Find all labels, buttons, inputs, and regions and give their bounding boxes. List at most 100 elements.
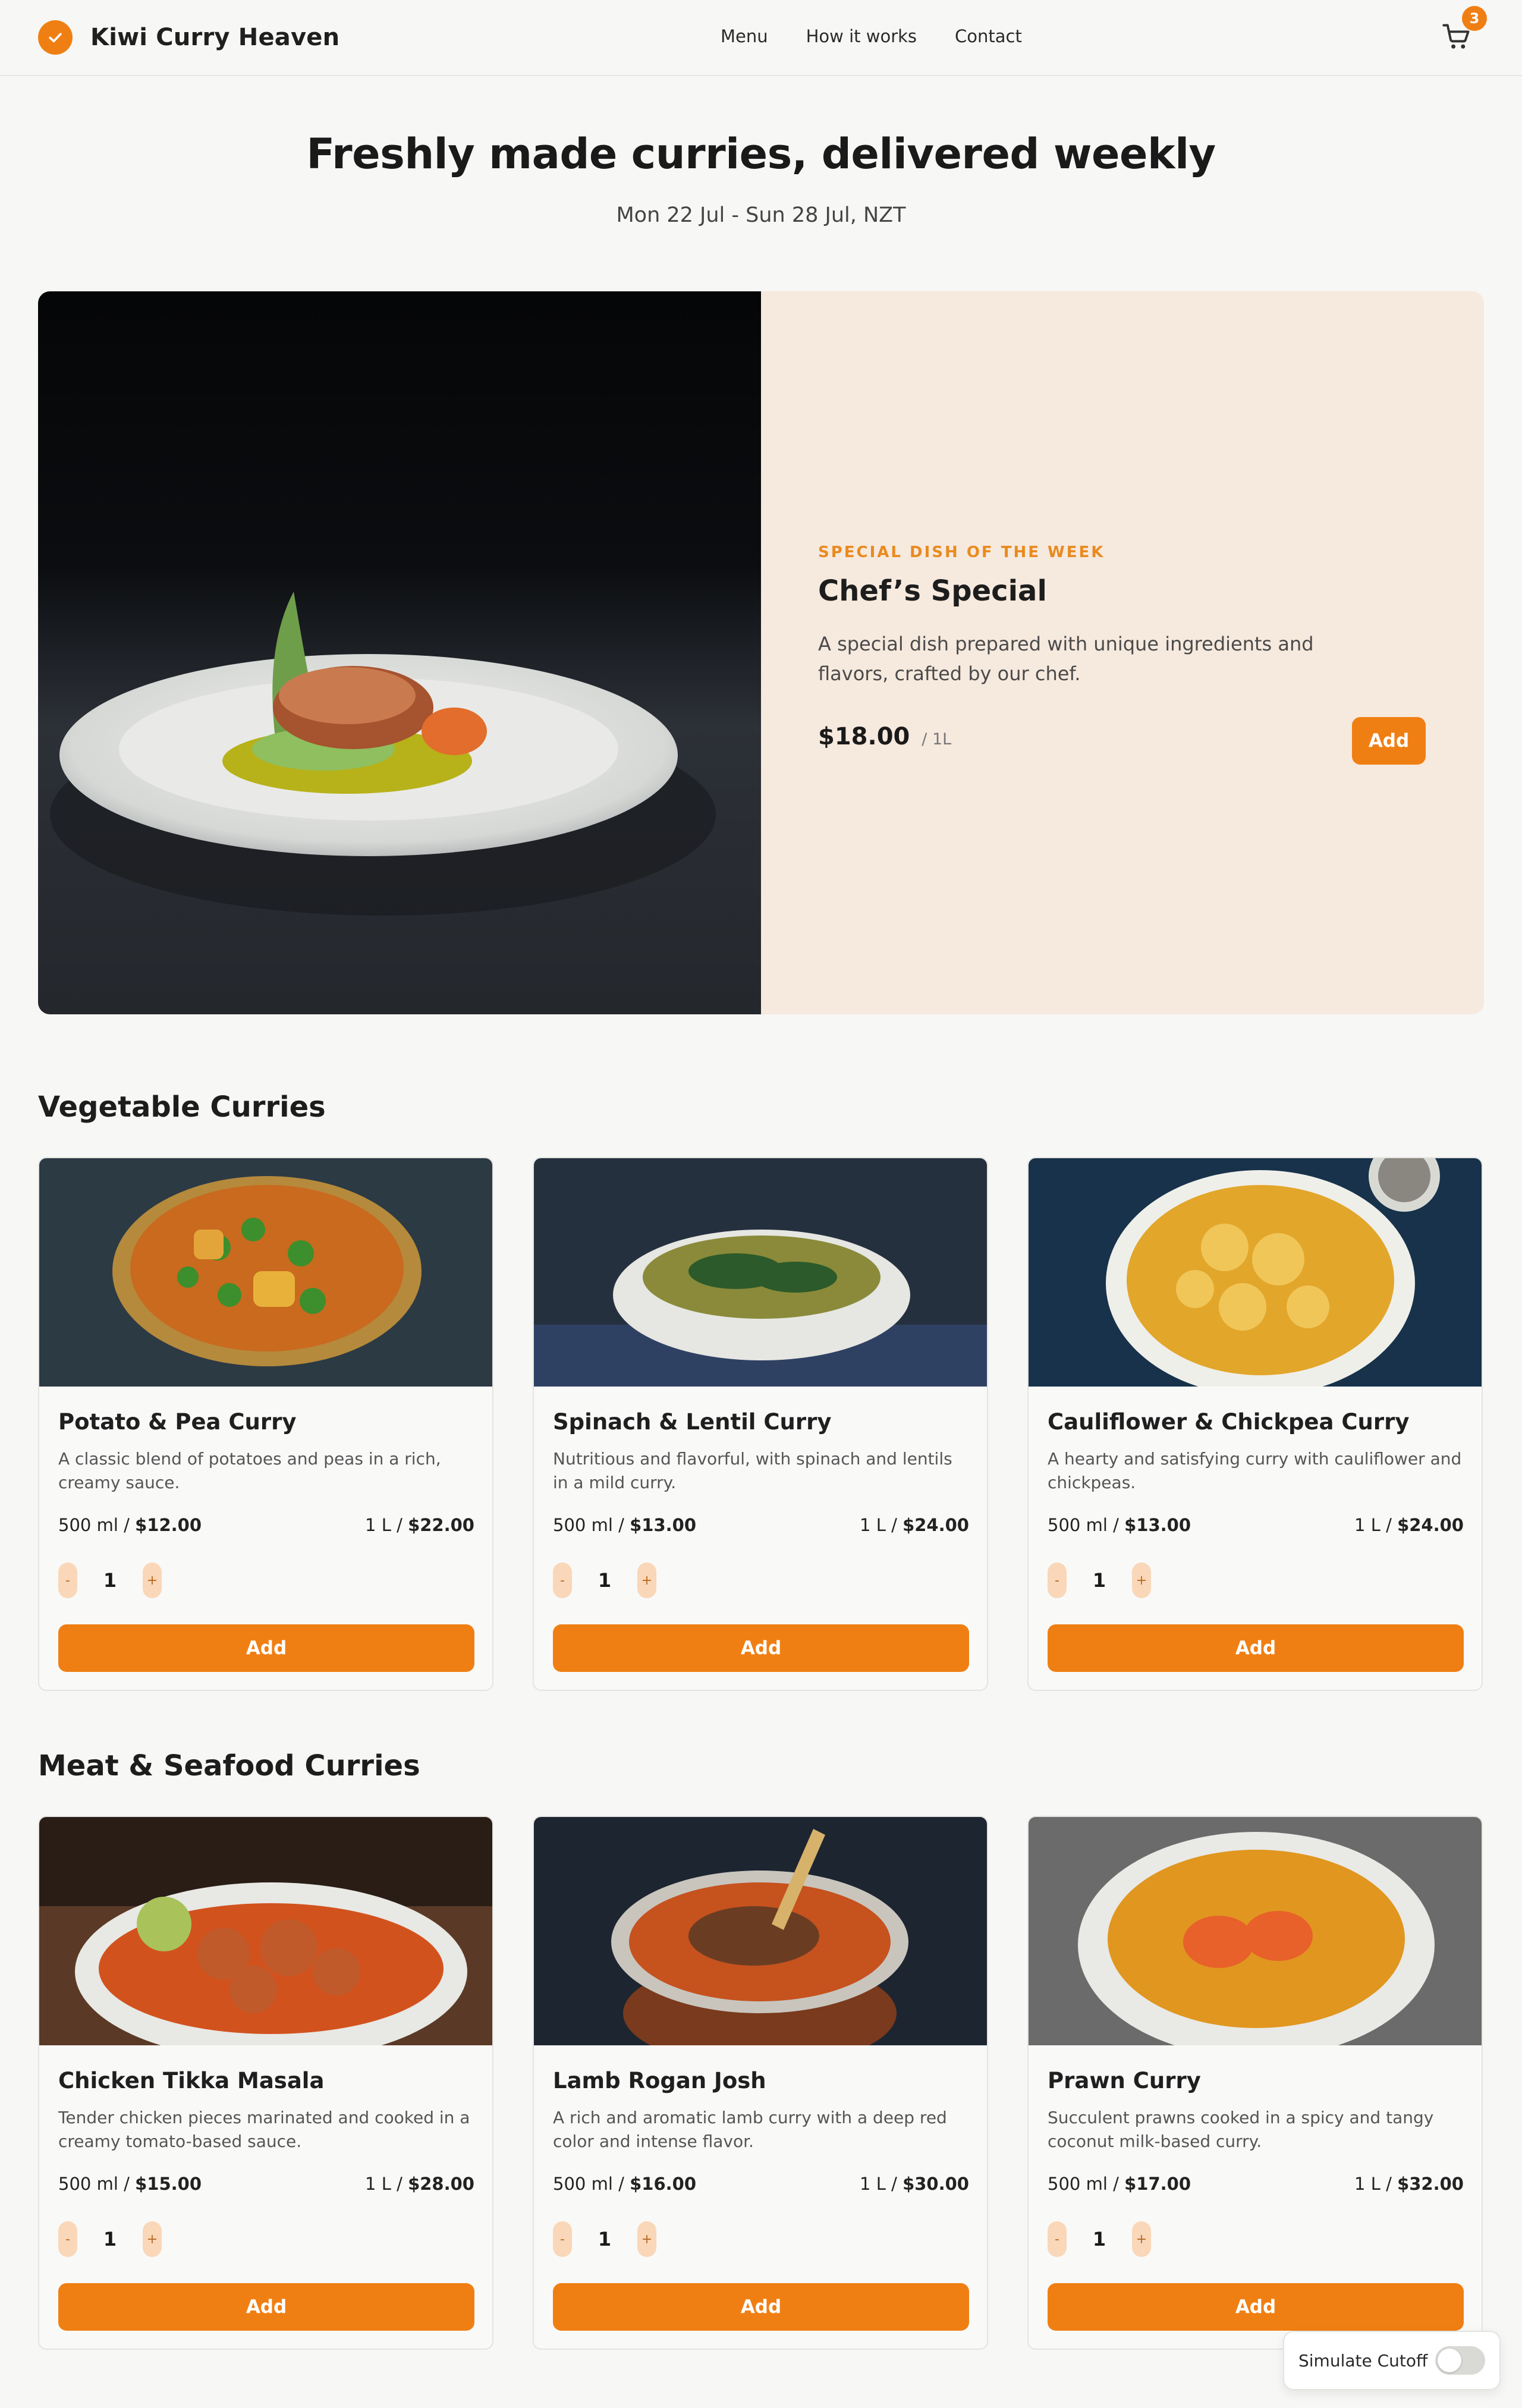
dish-image bbox=[1029, 1158, 1482, 1387]
dish-image bbox=[39, 1817, 492, 2045]
price-500ml: 500 ml / $13.00 bbox=[553, 1515, 697, 1535]
dish-description: Succulent prawns cooked in a spicy and t… bbox=[1048, 2108, 1434, 2151]
quantity-decrease-button[interactable]: - bbox=[1048, 2221, 1067, 2257]
special-price: $18.00 bbox=[818, 723, 910, 750]
special-price-block: $18.00 / 1L bbox=[818, 723, 951, 750]
dish-image bbox=[39, 1158, 492, 1387]
dish-image bbox=[534, 1158, 987, 1387]
dish-image bbox=[1029, 1817, 1482, 2045]
menu-card-potato-pea: Potato & Pea Curry A classic blend of po… bbox=[38, 1157, 493, 1691]
menu-card-prawn-curry: Prawn Curry Succulent prawns cooked in a… bbox=[1027, 1816, 1483, 2350]
quantity-stepper: - 1 + bbox=[553, 2221, 656, 2257]
quantity-increase-button[interactable]: + bbox=[1132, 1563, 1151, 1598]
price-1l: 1 L / $24.00 bbox=[1354, 1515, 1464, 1535]
quantity-increase-button[interactable]: + bbox=[143, 1563, 162, 1598]
quantity-increase-button[interactable]: + bbox=[637, 2221, 656, 2257]
add-to-cart-button[interactable]: Add bbox=[553, 2283, 969, 2331]
dish-description: A classic blend of potatoes and peas in … bbox=[58, 1449, 441, 1492]
quantity-value: 1 bbox=[103, 1569, 117, 1592]
price-500ml: 500 ml / $17.00 bbox=[1048, 2174, 1191, 2194]
price-1l: 1 L / $30.00 bbox=[860, 2174, 969, 2194]
brand-name: Kiwi Curry Heaven bbox=[90, 24, 340, 51]
price-1l: 1 L / $24.00 bbox=[860, 1515, 969, 1535]
dish-description: A hearty and satisfying curry with cauli… bbox=[1048, 1449, 1462, 1492]
quantity-stepper: - 1 + bbox=[1048, 1563, 1151, 1598]
menu-card-spinach-lentil: Spinach & Lentil Curry Nutritious and fl… bbox=[533, 1157, 988, 1691]
quantity-value: 1 bbox=[103, 2228, 117, 2250]
add-to-cart-button[interactable]: Add bbox=[58, 2283, 474, 2331]
page-title: Freshly made curries, delivered weekly bbox=[306, 130, 1216, 178]
quantity-increase-button[interactable]: + bbox=[143, 2221, 162, 2257]
main-nav: Menu How it works Contact bbox=[721, 26, 1022, 46]
special-dish-info: SPECIAL DISH OF THE WEEK Chef’s Special … bbox=[761, 291, 1484, 1014]
special-dish-image bbox=[38, 291, 761, 1014]
dish-name: Lamb Rogan Josh bbox=[553, 2068, 766, 2093]
section-title-meat-seafood: Meat & Seafood Curries bbox=[38, 1749, 420, 1783]
simulate-cutoff-toggle[interactable] bbox=[1435, 2346, 1485, 2375]
cart-count-badge: 3 bbox=[1462, 6, 1487, 31]
menu-card-cauliflower-chickpea: Cauliflower & Chickpea Curry A hearty an… bbox=[1027, 1157, 1483, 1691]
brand[interactable]: Kiwi Curry Heaven bbox=[38, 20, 339, 55]
delivery-week: Mon 22 Jul - Sun 28 Jul, NZT bbox=[616, 203, 906, 227]
menu-card-chicken-tikka: Chicken Tikka Masala Tender chicken piec… bbox=[38, 1816, 493, 2350]
price-500ml: 500 ml / $12.00 bbox=[58, 1515, 202, 1535]
price-row: 500 ml / $13.00 1 L / $24.00 bbox=[1048, 1515, 1464, 1535]
price-1l: 1 L / $32.00 bbox=[1354, 2174, 1464, 2194]
quantity-decrease-button[interactable]: - bbox=[1048, 1563, 1067, 1598]
site-header: Kiwi Curry Heaven Menu How it works Cont… bbox=[0, 0, 1522, 76]
quantity-stepper: - 1 + bbox=[58, 1563, 162, 1598]
dish-name: Potato & Pea Curry bbox=[58, 1409, 297, 1435]
special-dish-card: SPECIAL DISH OF THE WEEK Chef’s Special … bbox=[38, 291, 1484, 1014]
quantity-value: 1 bbox=[598, 2228, 612, 2250]
nav-contact[interactable]: Contact bbox=[955, 26, 1022, 46]
quantity-stepper: - 1 + bbox=[553, 1563, 656, 1598]
dish-description: Nutritious and flavorful, with spinach a… bbox=[553, 1449, 952, 1492]
price-1l: 1 L / $22.00 bbox=[365, 1515, 474, 1535]
dish-image bbox=[534, 1817, 987, 2045]
price-row: 500 ml / $17.00 1 L / $32.00 bbox=[1048, 2174, 1464, 2194]
price-row: 500 ml / $15.00 1 L / $28.00 bbox=[58, 2174, 474, 2194]
add-to-cart-button[interactable]: Add bbox=[58, 1624, 474, 1672]
menu-card-lamb-rogan-josh: Lamb Rogan Josh A rich and aromatic lamb… bbox=[533, 1816, 988, 2350]
special-kicker: SPECIAL DISH OF THE WEEK bbox=[818, 543, 1105, 561]
simulate-cutoff-label: Simulate Cutoff bbox=[1298, 2350, 1428, 2371]
quantity-decrease-button[interactable]: - bbox=[553, 2221, 572, 2257]
dish-name: Prawn Curry bbox=[1048, 2068, 1201, 2093]
quantity-value: 1 bbox=[598, 1569, 612, 1592]
quantity-value: 1 bbox=[1092, 1569, 1106, 1592]
add-to-cart-button[interactable]: Add bbox=[1048, 2283, 1464, 2331]
cart-button[interactable]: 3 bbox=[1441, 6, 1487, 58]
quantity-decrease-button[interactable]: - bbox=[58, 2221, 77, 2257]
dish-description: Tender chicken pieces marinated and cook… bbox=[58, 2108, 470, 2151]
quantity-increase-button[interactable]: + bbox=[637, 1563, 656, 1598]
special-unit: / 1L bbox=[922, 730, 952, 749]
quantity-decrease-button[interactable]: - bbox=[553, 1563, 572, 1598]
simulate-cutoff-widget: Simulate Cutoff bbox=[1283, 2331, 1501, 2390]
check-circle-icon bbox=[38, 20, 73, 55]
price-1l: 1 L / $28.00 bbox=[365, 2174, 474, 2194]
special-title: Chef’s Special bbox=[818, 574, 1047, 608]
nav-how-it-works[interactable]: How it works bbox=[806, 26, 917, 46]
section-title-vegetable: Vegetable Curries bbox=[38, 1090, 326, 1124]
price-row: 500 ml / $12.00 1 L / $22.00 bbox=[58, 1515, 474, 1535]
quantity-value: 1 bbox=[1092, 2228, 1106, 2250]
special-add-button[interactable]: Add bbox=[1352, 717, 1426, 765]
special-description: A special dish prepared with unique ingr… bbox=[818, 633, 1314, 685]
price-row: 500 ml / $16.00 1 L / $30.00 bbox=[553, 2174, 969, 2194]
nav-menu[interactable]: Menu bbox=[721, 26, 768, 46]
quantity-increase-button[interactable]: + bbox=[1132, 2221, 1151, 2257]
quantity-decrease-button[interactable]: - bbox=[58, 1563, 77, 1598]
price-500ml: 500 ml / $15.00 bbox=[58, 2174, 202, 2194]
dish-name: Chicken Tikka Masala bbox=[58, 2068, 325, 2093]
price-500ml: 500 ml / $13.00 bbox=[1048, 1515, 1191, 1535]
add-to-cart-button[interactable]: Add bbox=[553, 1624, 969, 1672]
dish-description: A rich and aromatic lamb curry with a de… bbox=[553, 2108, 947, 2151]
add-to-cart-button[interactable]: Add bbox=[1048, 1624, 1464, 1672]
price-500ml: 500 ml / $16.00 bbox=[553, 2174, 697, 2194]
toggle-knob bbox=[1438, 2349, 1461, 2372]
dish-name: Spinach & Lentil Curry bbox=[553, 1409, 832, 1435]
dish-name: Cauliflower & Chickpea Curry bbox=[1048, 1409, 1410, 1435]
price-row: 500 ml / $13.00 1 L / $24.00 bbox=[553, 1515, 969, 1535]
quantity-stepper: - 1 + bbox=[1048, 2221, 1151, 2257]
quantity-stepper: - 1 + bbox=[58, 2221, 162, 2257]
